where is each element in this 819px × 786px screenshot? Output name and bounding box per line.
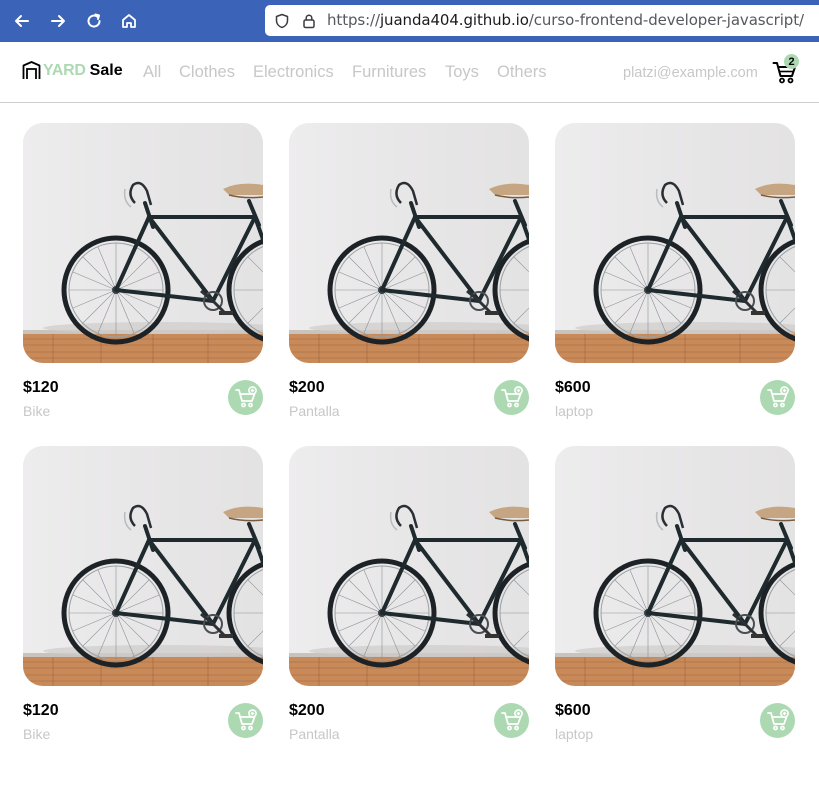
add-to-cart-button[interactable] [760, 703, 795, 738]
add-to-cart-button[interactable] [228, 380, 263, 415]
reload-button[interactable] [82, 9, 106, 33]
logo-sale-text: Sale [89, 61, 123, 79]
add-to-cart-icon [766, 386, 790, 410]
add-to-cart-icon [766, 709, 790, 733]
url-host: juanda404.github.io [379, 11, 529, 29]
product-image[interactable] [23, 446, 263, 686]
forward-button[interactable] [46, 9, 70, 33]
product-price: $600 [555, 379, 591, 396]
add-to-cart-button[interactable] [494, 703, 529, 738]
add-to-cart-icon [500, 386, 524, 410]
product-image[interactable] [555, 123, 795, 363]
nav-category-electronics[interactable]: Electronics [253, 63, 334, 82]
shield-icon[interactable] [274, 13, 290, 29]
product-name: laptop [555, 403, 594, 419]
url-scheme: https:// [327, 11, 380, 29]
home-button[interactable] [117, 9, 141, 33]
product-name: Bike [23, 403, 51, 419]
product-name: Bike [23, 726, 51, 742]
product-name: Pantalla [289, 403, 340, 419]
product-price: $120 [23, 702, 59, 719]
product-price: $120 [23, 379, 59, 396]
product-image[interactable] [289, 446, 529, 686]
product-card[interactable]: $200 Pantalla [289, 446, 529, 742]
product-card[interactable]: $200 Pantalla [289, 123, 529, 419]
product-card[interactable]: $120 Bike [23, 123, 263, 419]
url-path: /curso-frontend-developer-javascript/ [528, 11, 804, 29]
arrow-right-icon [51, 15, 65, 27]
address-bar[interactable]: https://juanda404.github.io/curso-fronte… [265, 5, 819, 36]
product-price: $200 [289, 379, 325, 396]
nav-category-toys[interactable]: Toys [445, 63, 479, 82]
logo-yard-text: YARD [43, 61, 86, 79]
product-image[interactable] [289, 123, 529, 363]
add-to-cart-icon [234, 386, 258, 410]
nav-category-clothes[interactable]: Clothes [179, 63, 235, 82]
back-button[interactable] [10, 9, 34, 33]
product-card[interactable]: $600 laptop [555, 123, 795, 419]
reload-icon [87, 13, 101, 28]
product-image[interactable] [23, 123, 263, 363]
add-to-cart-button[interactable] [494, 380, 529, 415]
add-to-cart-icon [500, 709, 524, 733]
logo[interactable]: YARD Sale [22, 61, 123, 80]
product-price: $600 [555, 702, 591, 719]
url-text: https://juanda404.github.io/curso-fronte… [327, 11, 804, 29]
arrow-left-icon [15, 15, 29, 27]
user-email[interactable]: platzi@example.com [623, 65, 758, 81]
site-navbar: YARD Sale All Clothes Electronics Furnit… [0, 42, 819, 103]
browser-toolbar: https://juanda404.github.io/curso-fronte… [0, 0, 819, 42]
add-to-cart-button[interactable] [760, 380, 795, 415]
product-image[interactable] [555, 446, 795, 686]
nav-category-others[interactable]: Others [497, 63, 547, 82]
product-price: $200 [289, 702, 325, 719]
cart-count-badge: 2 [784, 54, 799, 69]
nav-category-furnitures[interactable]: Furnitures [352, 63, 426, 82]
product-name: laptop [555, 726, 594, 742]
lock-icon[interactable] [301, 13, 317, 29]
add-to-cart-icon [234, 709, 258, 733]
home-icon [122, 14, 136, 28]
nav-category-all[interactable]: All [143, 63, 161, 82]
store-logo-icon [22, 61, 41, 79]
add-to-cart-button[interactable] [228, 703, 263, 738]
product-card[interactable]: $120 Bike [23, 446, 263, 742]
product-name: Pantalla [289, 726, 340, 742]
product-card[interactable]: $600 laptop [555, 446, 795, 742]
